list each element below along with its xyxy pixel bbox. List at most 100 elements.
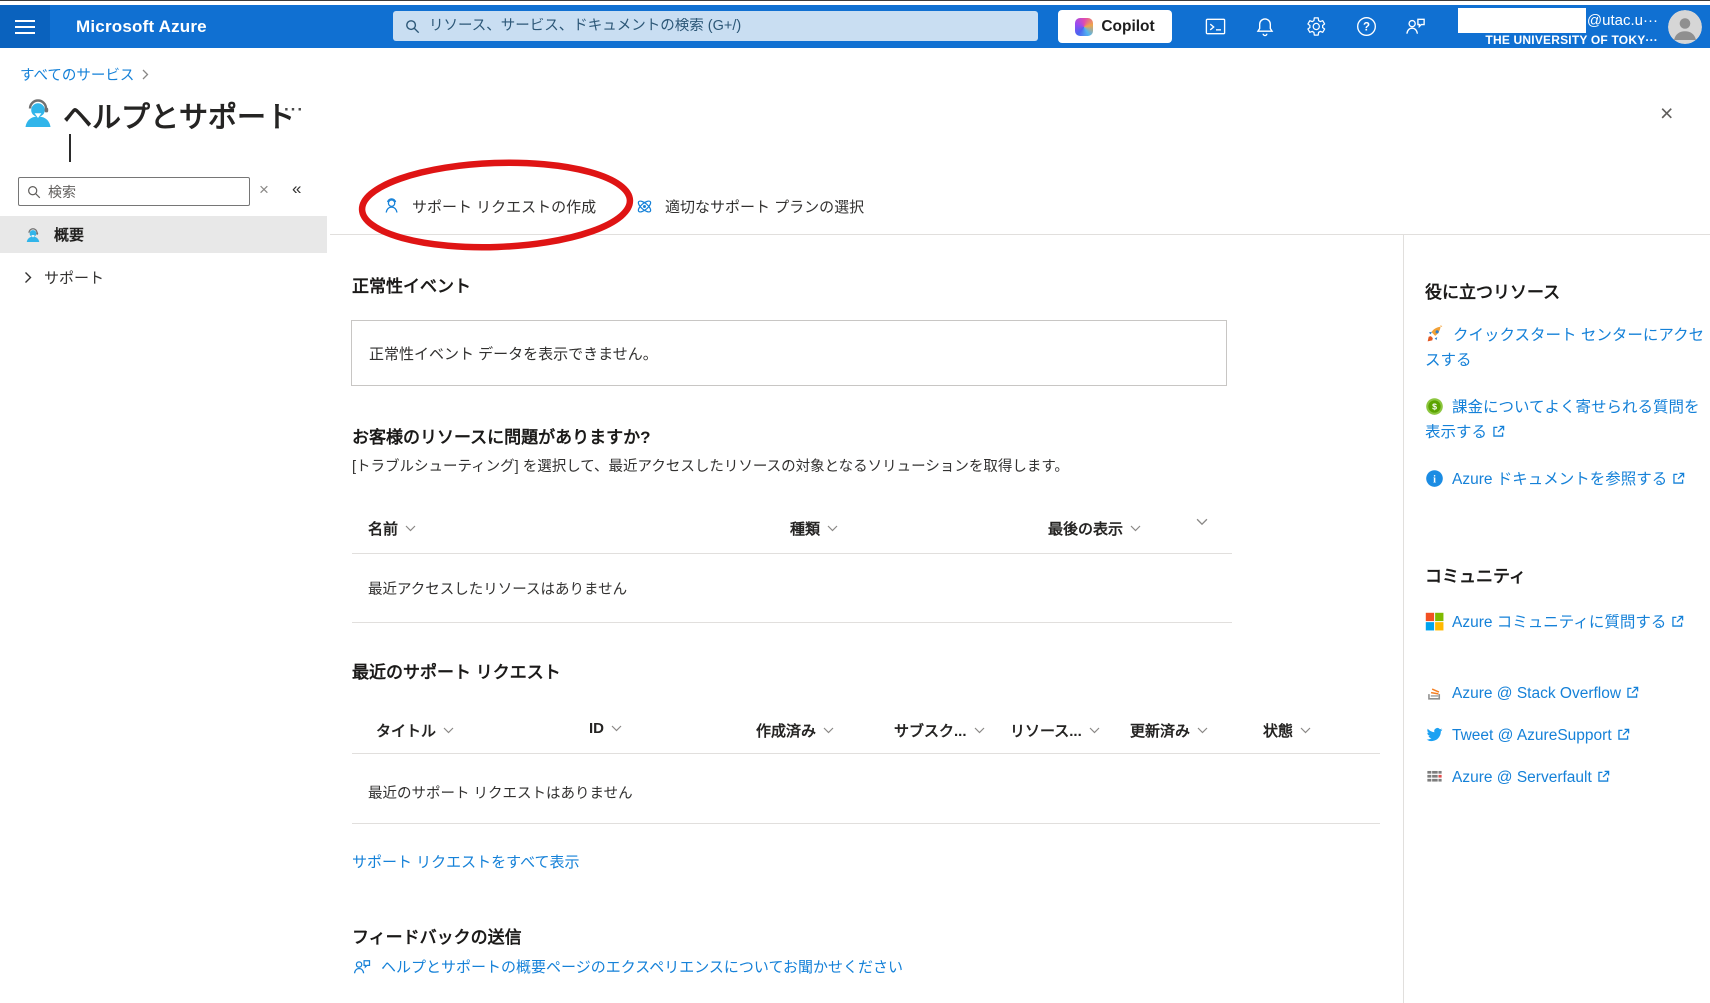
stack-overflow-link[interactable]: Azure @ Stack Overflow — [1425, 681, 1705, 706]
help-icon[interactable]: ? — [1342, 5, 1390, 48]
divider — [352, 823, 1380, 824]
resource-problems-description: [トラブルシューティング] を選択して、最近アクセスしたリソースの対象となるソリ… — [352, 459, 1069, 475]
search-icon — [405, 19, 420, 34]
resources-empty-message: 最近アクセスしたリソースはありません — [368, 582, 628, 598]
page-title: ヘルプとサポート — [63, 102, 296, 134]
useful-resources-title: 役に立つリソース — [1425, 283, 1561, 302]
column-header-id[interactable]: ID — [589, 720, 622, 737]
azure-brand[interactable]: Microsoft Azure — [76, 17, 207, 37]
global-search[interactable] — [393, 11, 1038, 41]
external-link-icon — [1627, 686, 1639, 698]
chevron-down-icon — [1197, 727, 1208, 734]
chevron-down-icon — [1130, 525, 1141, 532]
sidebar-item-label: 概要 — [54, 227, 85, 244]
copilot-icon — [1075, 17, 1094, 36]
chevron-down-icon — [827, 525, 838, 532]
serverfault-link[interactable]: Azure @ Serverfault — [1425, 765, 1705, 790]
column-header-last-viewed[interactable]: 最後の表示 — [1048, 518, 1141, 539]
notifications-bell-icon[interactable] — [1241, 5, 1289, 48]
external-link-icon — [1493, 425, 1505, 437]
column-header-status[interactable]: 状態 — [1263, 720, 1311, 741]
divider — [330, 234, 1710, 235]
collapse-pane-icon[interactable]: « — [292, 179, 301, 199]
chevron-down-icon — [974, 727, 984, 734]
feedback-icon[interactable] — [1391, 5, 1439, 48]
clear-search-icon[interactable]: × — [259, 180, 269, 200]
divider — [352, 753, 1380, 754]
divider — [1403, 234, 1404, 1003]
feedback-person-icon — [352, 957, 372, 977]
copilot-button[interactable]: Copilot — [1058, 10, 1172, 43]
twitter-link[interactable]: Tweet @ AzureSupport — [1425, 723, 1705, 748]
section-title-feedback: フィードバックの送信 — [352, 928, 522, 947]
breadcrumb-all-services[interactable]: すべてのサービス — [20, 64, 134, 85]
hamburger-menu-icon[interactable] — [0, 5, 50, 48]
breadcrumb: すべてのサービス — [20, 64, 149, 85]
stack-overflow-icon — [1428, 688, 1441, 700]
account-menu[interactable]: @utac.u··· THE UNIVERSITY OF TOKY··· — [1457, 7, 1658, 47]
chevron-down-icon — [443, 727, 454, 734]
account-name-redacted — [1457, 7, 1586, 33]
azure-community-link[interactable]: Azure コミュニティに質問する — [1425, 610, 1705, 635]
external-link-icon — [1672, 615, 1684, 627]
feedback-link[interactable]: ヘルプとサポートの概要ページのエクスペリエンスについてお聞かせください — [352, 956, 903, 977]
overview-person-icon — [24, 226, 42, 244]
external-link-icon — [1598, 770, 1610, 782]
external-link-icon — [1673, 472, 1685, 484]
chevron-down-icon — [1300, 727, 1311, 734]
settings-gear-icon[interactable] — [1291, 5, 1339, 48]
account-org: THE UNIVERSITY OF TOKY··· — [1485, 33, 1658, 47]
search-icon — [27, 185, 41, 199]
column-header-type[interactable]: 種類 — [790, 518, 838, 539]
close-icon[interactable]: × — [1660, 102, 1673, 125]
section-title-health-events: 正常性イベント — [352, 277, 471, 296]
external-link-icon — [1617, 728, 1629, 740]
divider — [352, 622, 1232, 623]
avatar[interactable] — [1668, 10, 1702, 44]
divider — [352, 553, 1232, 554]
sidebar-item-support[interactable]: サポート — [0, 259, 327, 296]
sidebar-item-label: サポート — [44, 270, 105, 287]
column-header-created[interactable]: 作成済み — [756, 720, 834, 741]
azure-docs-link[interactable]: i Azure ドキュメントを参照する — [1425, 467, 1705, 492]
more-options-icon[interactable]: ··· — [284, 100, 304, 120]
section-title-recent-requests: 最近のサポート リクエスト — [352, 663, 561, 682]
chevron-down-icon — [1089, 727, 1100, 734]
chevron-down-icon — [405, 525, 416, 532]
choose-support-plan-button[interactable]: 適切なサポート プランの選択 — [634, 186, 864, 226]
svg-text:i: i — [1433, 474, 1436, 485]
sidebar-item-overview[interactable]: 概要 — [0, 216, 327, 253]
create-support-request-button[interactable]: サポート リクエストの作成 — [382, 186, 596, 226]
health-events-empty-box: 正常性イベント データを表示できません。 — [351, 320, 1227, 386]
atom-plan-icon — [634, 196, 655, 217]
column-header-title[interactable]: タイトル — [376, 720, 454, 741]
quickstart-center-link[interactable]: クイックスタート センターにアクセスする — [1425, 323, 1705, 373]
global-search-input[interactable] — [429, 18, 1026, 34]
community-title: コミュニティ — [1425, 567, 1526, 586]
svg-text:$: $ — [1432, 402, 1437, 412]
columns-dropdown[interactable] — [1196, 518, 1208, 526]
support-person-icon — [382, 196, 402, 216]
help-support-icon — [20, 95, 56, 131]
chevron-down-icon — [1196, 518, 1208, 526]
account-email: @utac.u··· — [1586, 11, 1658, 29]
sidebar-search[interactable] — [18, 177, 250, 206]
column-header-updated[interactable]: 更新済み — [1130, 720, 1208, 741]
chevron-right-icon — [142, 69, 149, 80]
chevron-right-icon — [24, 271, 32, 284]
twitter-bird-icon — [1426, 727, 1443, 742]
microsoft-logo-icon — [1425, 612, 1444, 631]
billing-faq-link[interactable]: $ 課金についてよく寄せられる質問を表示する — [1425, 395, 1705, 445]
svg-text:?: ? — [1362, 22, 1369, 34]
requests-empty-message: 最近のサポート リクエストはありません — [368, 786, 633, 802]
cloud-shell-icon[interactable] — [1191, 5, 1239, 48]
section-title-resource-problems: お客様のリソースに問題がありますか? — [352, 428, 651, 447]
text-cursor — [69, 134, 71, 162]
column-header-subscription[interactable]: サブスク... — [894, 720, 985, 741]
chevron-down-icon — [611, 725, 622, 732]
view-all-support-requests-link[interactable]: サポート リクエストをすべて表示 — [352, 851, 580, 872]
sidebar-search-input[interactable] — [48, 183, 241, 200]
column-header-resource[interactable]: リソース... — [1010, 720, 1100, 741]
chevron-down-icon — [823, 727, 834, 734]
column-header-name[interactable]: 名前 — [368, 518, 416, 539]
